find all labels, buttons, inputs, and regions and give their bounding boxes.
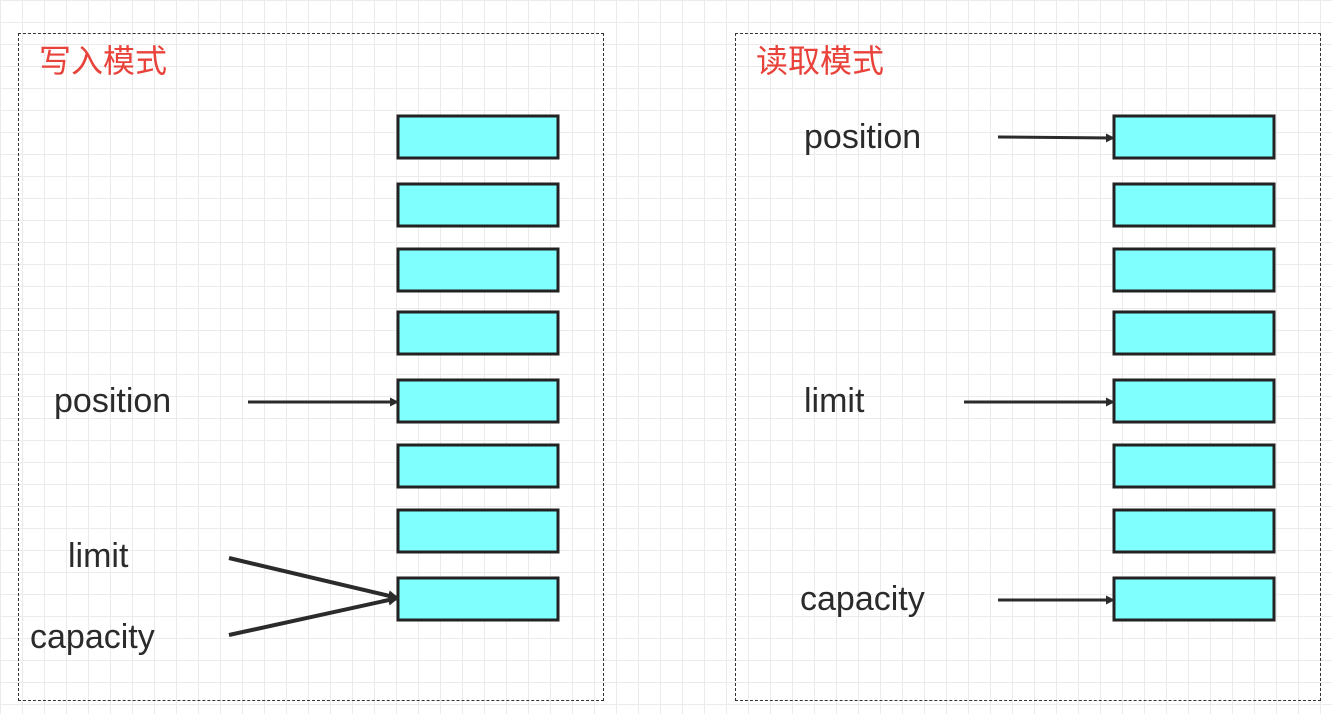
buffer-slot-8 bbox=[396, 576, 560, 622]
buffer-slot-2 bbox=[396, 182, 560, 228]
position-label: position bbox=[804, 118, 921, 156]
capacity-label: capacity bbox=[800, 580, 925, 618]
position-label: position bbox=[54, 382, 171, 420]
buffer-slot-8 bbox=[1112, 576, 1276, 622]
buffer-slot-5 bbox=[396, 378, 560, 424]
buffer-slot-4 bbox=[396, 310, 560, 356]
buffer-slot-7 bbox=[1112, 508, 1276, 554]
position-arrow bbox=[997, 133, 1115, 143]
buffer-slot-6 bbox=[396, 443, 560, 489]
write-mode-diagram: position limit capacity bbox=[30, 114, 560, 656]
buffer-slot-3 bbox=[1112, 247, 1276, 293]
limit-label: limit bbox=[68, 537, 129, 575]
buffer-slot-3 bbox=[396, 247, 560, 293]
buffer-diagram: position limit capacity position limit capac… bbox=[30, 114, 1276, 656]
capacity-arrow bbox=[228, 594, 400, 637]
buffer-slot-7 bbox=[396, 508, 560, 554]
buffer-slot-1 bbox=[396, 114, 560, 160]
limit-label: limit bbox=[804, 382, 865, 420]
buffer-slot-2 bbox=[1112, 182, 1276, 228]
limit-arrow bbox=[228, 556, 400, 602]
read-mode-diagram: position limit capacity bbox=[800, 114, 1276, 622]
buffer-slot-6 bbox=[1112, 443, 1276, 489]
buffer-slot-4 bbox=[1112, 310, 1276, 356]
buffer-slot-5 bbox=[1112, 378, 1276, 424]
capacity-label: capacity bbox=[30, 618, 155, 656]
buffer-slot-1 bbox=[1112, 114, 1276, 160]
